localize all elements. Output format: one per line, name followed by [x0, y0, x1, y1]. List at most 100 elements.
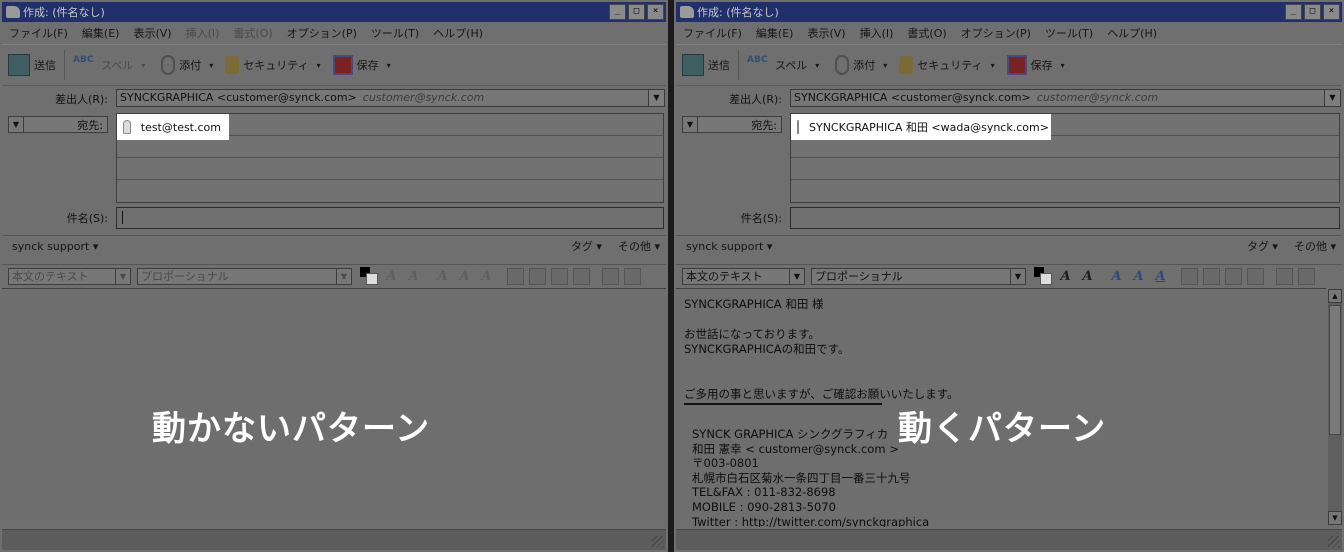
- chevron-down-icon[interactable]: ▼: [648, 90, 664, 106]
- chevron-down-icon[interactable]: ▾: [141, 61, 145, 70]
- menu-file[interactable]: ファイル(F): [676, 25, 749, 41]
- insert-icon[interactable]: [1298, 267, 1315, 285]
- save-button[interactable]: 保存 ▾: [327, 50, 397, 80]
- spell-button[interactable]: ABC スペル ▾: [67, 50, 151, 80]
- numbered-list-icon[interactable]: [529, 267, 546, 285]
- scroll-down-icon[interactable]: ▼: [1328, 511, 1342, 525]
- bold-icon[interactable]: A: [1108, 268, 1125, 285]
- menu-help[interactable]: ヘルプ(H): [1100, 25, 1164, 41]
- security-button[interactable]: セキュリティ ▾: [219, 50, 326, 80]
- outdent-icon[interactable]: [551, 267, 568, 285]
- chevron-down-icon[interactable]: ▼: [336, 268, 351, 284]
- menu-options[interactable]: オプション(P): [954, 25, 1038, 41]
- align-icon[interactable]: [602, 267, 619, 285]
- scroll-up-icon[interactable]: ▲: [1328, 289, 1342, 303]
- underline-icon[interactable]: A: [1152, 268, 1169, 285]
- menu-format[interactable]: 書式(O): [226, 25, 279, 41]
- font-smaller-icon[interactable]: A: [383, 268, 400, 285]
- chevron-down-icon[interactable]: ▾: [991, 61, 995, 70]
- menu-options[interactable]: オプション(P): [280, 25, 364, 41]
- menu-insert[interactable]: 挿入(I): [179, 25, 227, 41]
- subject-input[interactable]: [116, 207, 664, 229]
- recipient-list[interactable]: test@test.com: [116, 113, 664, 203]
- send-button[interactable]: 送信: [2, 50, 62, 80]
- minimize-button[interactable]: _: [609, 4, 626, 20]
- close-button[interactable]: ×: [1323, 4, 1340, 20]
- message-body[interactable]: SYNCKGRAPHICA 和田 様 お世話になっております。 SYNCKGRA…: [676, 288, 1326, 527]
- minimize-button[interactable]: _: [1285, 4, 1302, 20]
- insert-icon[interactable]: [624, 267, 641, 285]
- menu-tools[interactable]: ツール(T): [364, 25, 426, 41]
- other-button[interactable]: その他 ▾: [1294, 238, 1336, 254]
- text-color-button[interactable]: [360, 267, 378, 285]
- chevron-down-icon[interactable]: ▼: [9, 117, 24, 132]
- from-select[interactable]: SYNCKGRAPHICA <customer@synck.com> custom…: [790, 89, 1341, 107]
- identity-select[interactable]: synck support ▾: [2, 240, 98, 253]
- align-icon[interactable]: [1276, 267, 1293, 285]
- paragraph-format-select[interactable]: 本文のテキスト ▼: [8, 267, 131, 285]
- message-body[interactable]: 動かないパターン: [2, 288, 666, 527]
- indent-icon[interactable]: [573, 267, 590, 285]
- indent-icon[interactable]: [1247, 267, 1264, 285]
- font-select[interactable]: プロポーショナル ▼: [137, 267, 352, 285]
- font-larger-icon[interactable]: A: [1079, 268, 1096, 285]
- maximize-button[interactable]: □: [1304, 4, 1321, 20]
- menu-view[interactable]: 表示(V): [800, 25, 852, 41]
- send-button[interactable]: 送信: [676, 50, 736, 80]
- chevron-down-icon[interactable]: ▼: [1010, 268, 1025, 284]
- outdent-icon[interactable]: [1225, 267, 1242, 285]
- tags-button[interactable]: タグ ▾: [571, 238, 602, 254]
- recipient-row[interactable]: [791, 180, 1339, 201]
- other-button[interactable]: その他 ▾: [618, 238, 660, 254]
- menu-file[interactable]: ファイル(F): [2, 25, 75, 41]
- close-button[interactable]: ×: [647, 4, 664, 20]
- recipient-list[interactable]: SYNCKGRAPHICA 和田 <wada@synck.com>: [790, 113, 1340, 203]
- menu-help[interactable]: ヘルプ(H): [426, 25, 490, 41]
- font-select[interactable]: プロポーショナル ▼: [811, 267, 1026, 285]
- title-bar[interactable]: 作成: (件名なし) _ □ ×: [2, 2, 666, 22]
- bullet-list-icon[interactable]: [507, 267, 524, 285]
- resize-grip-icon[interactable]: [1328, 536, 1340, 548]
- font-larger-icon[interactable]: A: [405, 268, 422, 285]
- recipient-input[interactable]: test@test.com: [117, 114, 229, 140]
- recipient-input[interactable]: SYNCKGRAPHICA 和田 <wada@synck.com>: [791, 114, 1051, 140]
- font-smaller-icon[interactable]: A: [1057, 268, 1074, 285]
- attach-button[interactable]: 添付 ▾: [825, 50, 893, 80]
- identity-select[interactable]: synck support ▾: [676, 240, 772, 253]
- recipient-type-select[interactable]: ▼ 宛先:: [8, 116, 108, 133]
- chevron-down-icon[interactable]: ▾: [883, 61, 887, 70]
- tags-button[interactable]: タグ ▾: [1247, 238, 1278, 254]
- chevron-down-icon[interactable]: ▾: [815, 61, 819, 70]
- bullet-list-icon[interactable]: [1181, 267, 1198, 285]
- italic-icon[interactable]: A: [456, 268, 473, 285]
- body-scrollbar[interactable]: ▲ ▼: [1328, 289, 1342, 525]
- menu-edit[interactable]: 編集(E): [749, 25, 801, 41]
- resize-grip-icon[interactable]: [652, 536, 664, 548]
- chevron-down-icon[interactable]: ▼: [115, 268, 130, 284]
- recipient-row[interactable]: [117, 180, 663, 201]
- from-select[interactable]: SYNCKGRAPHICA <customer@synck.com> custom…: [116, 89, 665, 107]
- chevron-down-icon[interactable]: ▾: [317, 61, 321, 70]
- text-color-button[interactable]: [1034, 267, 1052, 285]
- recipient-type-select[interactable]: ▼ 宛先:: [682, 116, 782, 133]
- scroll-thumb[interactable]: [1329, 305, 1341, 435]
- menu-view[interactable]: 表示(V): [126, 25, 178, 41]
- chevron-down-icon[interactable]: ▾: [387, 61, 391, 70]
- paragraph-format-select[interactable]: 本文のテキスト ▼: [682, 267, 805, 285]
- subject-input[interactable]: [790, 207, 1340, 229]
- menu-tools[interactable]: ツール(T): [1038, 25, 1100, 41]
- chevron-down-icon[interactable]: ▼: [789, 268, 804, 284]
- menu-format[interactable]: 書式(O): [900, 25, 953, 41]
- bold-icon[interactable]: A: [434, 268, 451, 285]
- recipient-row[interactable]: [117, 158, 663, 180]
- italic-icon[interactable]: A: [1130, 268, 1147, 285]
- title-bar[interactable]: 作成: (件名なし) _ □ ×: [676, 2, 1342, 22]
- menu-insert[interactable]: 挿入(I): [853, 25, 901, 41]
- chevron-down-icon[interactable]: ▾: [209, 61, 213, 70]
- numbered-list-icon[interactable]: [1203, 267, 1220, 285]
- attach-button[interactable]: 添付 ▾: [151, 50, 219, 80]
- save-button[interactable]: 保存 ▾: [1001, 50, 1071, 80]
- chevron-down-icon[interactable]: ▾: [1061, 61, 1065, 70]
- maximize-button[interactable]: □: [628, 4, 645, 20]
- spell-button[interactable]: ABC スペル ▾: [741, 50, 825, 80]
